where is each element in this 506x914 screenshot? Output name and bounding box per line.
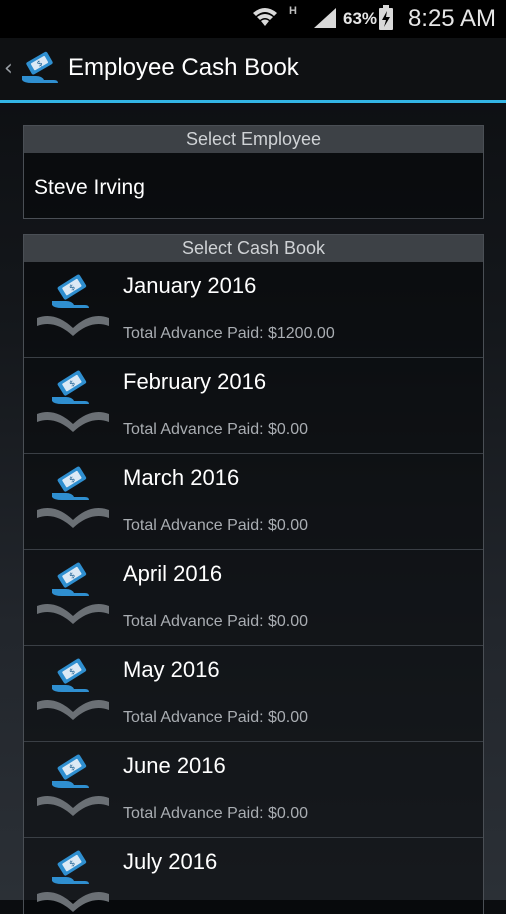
cashbook-list-item[interactable]: $ March 2016 Total Advance Paid: $0.00 xyxy=(24,454,483,550)
page-title: Employee Cash Book xyxy=(68,54,299,81)
cash-book-icon: $ xyxy=(37,658,109,720)
cashbook-total: Total Advance Paid: $0.00 xyxy=(123,421,309,438)
clock-time: 8:25 AM xyxy=(407,5,496,32)
cash-book-icon: $ xyxy=(37,370,109,432)
cashbook-month: April 2016 xyxy=(123,561,223,586)
cashbook-list-item[interactable]: $ February 2016 Total Advance Paid: $0.0… xyxy=(24,358,483,454)
back-chevron-icon[interactable]: ‹ xyxy=(4,56,13,81)
cashbook-list-item[interactable]: $ January 2016 Total Advance Paid: $1200… xyxy=(24,262,483,358)
cashbook-total: Total Advance Paid: $0.00 xyxy=(123,709,309,726)
cashbook-panel: Select Cash Book $ January 2016 Total Ad… xyxy=(23,234,484,914)
cashbook-list-item[interactable]: $ May 2016 Total Advance Paid: $0.00 xyxy=(24,646,483,742)
cash-book-app-icon[interactable]: $ xyxy=(18,50,62,88)
cashbook-month: May 2016 xyxy=(123,657,220,682)
network-type-label: H xyxy=(289,5,297,17)
cashbook-month: March 2016 xyxy=(123,465,240,490)
cashbook-panel-header: Select Cash Book xyxy=(24,235,483,262)
battery-charging-icon xyxy=(379,5,393,30)
status-bar: H 63% 8:25 AM xyxy=(0,0,506,38)
cashbook-total: Total Advance Paid: $0.00 xyxy=(123,805,309,822)
wifi-icon xyxy=(253,8,277,26)
cashbook-list-item[interactable]: $ July 2016 xyxy=(24,838,483,914)
cash-book-icon: $ xyxy=(37,274,109,336)
employee-panel: Select Employee Steve Irving xyxy=(23,125,484,219)
action-bar: ‹ $ Employee Cash Book xyxy=(0,38,506,100)
cashbook-total: Total Advance Paid: $1200.00 xyxy=(123,325,335,342)
employee-panel-header: Select Employee xyxy=(24,126,483,153)
cash-book-icon: $ xyxy=(37,754,109,816)
cashbook-total: Total Advance Paid: $0.00 xyxy=(123,613,309,630)
cashbook-month: January 2016 xyxy=(123,273,257,298)
cashbook-list-item[interactable]: $ June 2016 Total Advance Paid: $0.00 xyxy=(24,742,483,838)
cashbook-month: June 2016 xyxy=(123,753,226,778)
battery-percent: 63% xyxy=(343,9,378,28)
cashbook-list: $ January 2016 Total Advance Paid: $1200… xyxy=(24,262,483,914)
cash-book-icon: $ xyxy=(37,850,109,912)
cashbook-list-item[interactable]: $ April 2016 Total Advance Paid: $0.00 xyxy=(24,550,483,646)
cash-book-icon: $ xyxy=(37,562,109,624)
signal-icon xyxy=(314,8,336,28)
action-bar-accent-line xyxy=(0,100,506,103)
cashbook-month: July 2016 xyxy=(123,849,218,874)
cashbook-total: Total Advance Paid: $0.00 xyxy=(123,517,309,534)
cash-book-icon: $ xyxy=(37,466,109,528)
employee-selector[interactable]: Steve Irving xyxy=(34,176,145,200)
cashbook-month: February 2016 xyxy=(123,369,267,394)
